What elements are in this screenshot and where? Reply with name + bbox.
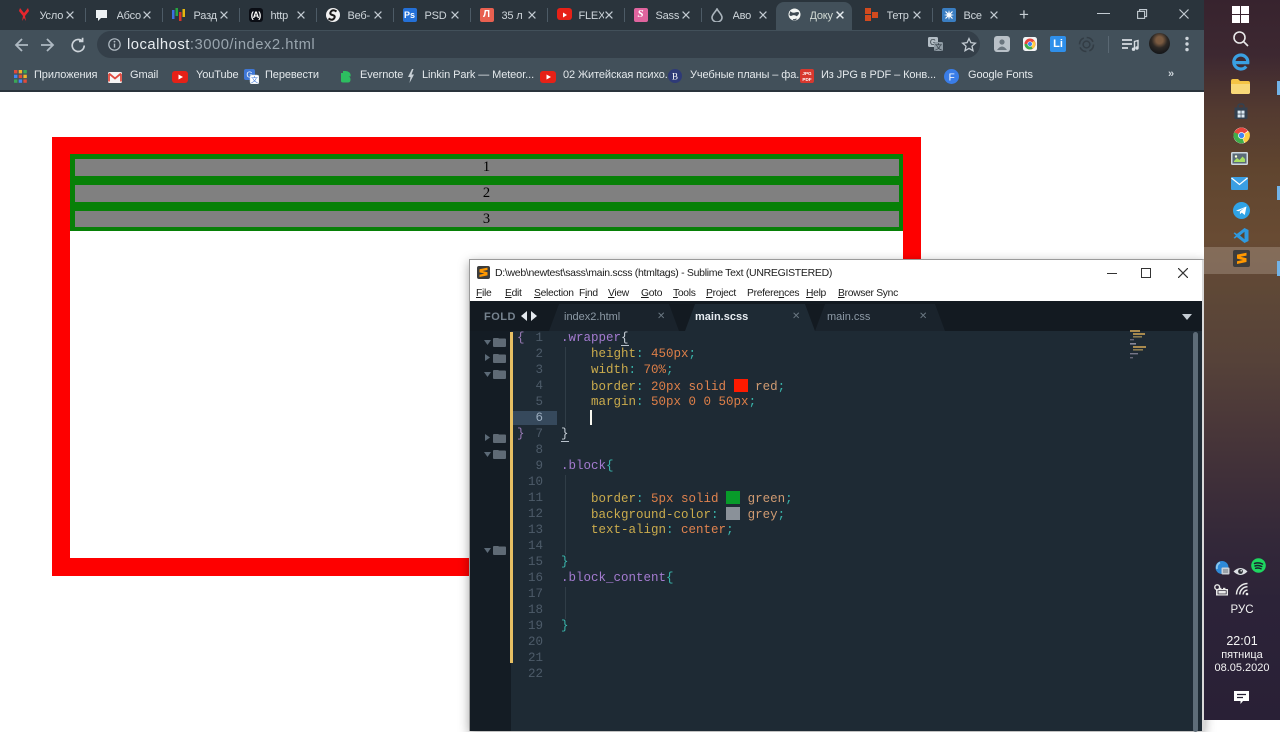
svg-text:PDF: PDF — [802, 77, 811, 82]
svg-text:F: F — [949, 73, 955, 84]
svg-text:JPG: JPG — [802, 71, 812, 76]
svg-text:文: 文 — [935, 42, 943, 52]
svg-text:В: В — [672, 72, 678, 82]
svg-text:文: 文 — [251, 75, 258, 84]
